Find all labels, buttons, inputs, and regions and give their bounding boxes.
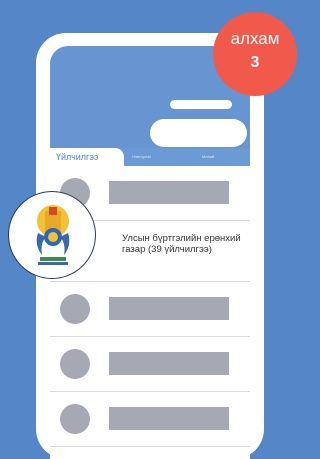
step-label: алхам bbox=[230, 29, 280, 48]
list-item-text-placeholder bbox=[109, 407, 229, 430]
phone-speaker bbox=[170, 100, 232, 109]
list-item[interactable] bbox=[50, 392, 250, 447]
list-item-text-placeholder bbox=[109, 352, 229, 375]
search-bar-placeholder[interactable] bbox=[150, 119, 247, 147]
list-item-icon-placeholder bbox=[60, 294, 90, 324]
list-item[interactable] bbox=[50, 282, 250, 337]
tab-login[interactable]: Нэвтэрнэх bbox=[132, 148, 151, 166]
list-item-icon-placeholder bbox=[60, 349, 90, 379]
tab-bar: Үйлчилгээ Нэвтэрнэх Миний bbox=[50, 148, 250, 166]
step-badge: алхам 3 bbox=[213, 12, 297, 96]
tab-mine[interactable]: Миний bbox=[202, 148, 214, 166]
emblem-ring[interactable] bbox=[8, 191, 96, 279]
list-item-title: Улсын бүртгэлийн ерөнхий газар (39 үйлчи… bbox=[122, 233, 241, 255]
list-item-text-placeholder bbox=[109, 181, 229, 204]
list-item[interactable] bbox=[50, 337, 250, 392]
list-item-icon-placeholder bbox=[60, 404, 90, 434]
state-emblem-icon bbox=[36, 205, 70, 265]
list-item-text-placeholder bbox=[109, 297, 229, 320]
tab-services[interactable]: Үйлчилгээ bbox=[50, 148, 124, 166]
step-number: 3 bbox=[250, 54, 260, 71]
